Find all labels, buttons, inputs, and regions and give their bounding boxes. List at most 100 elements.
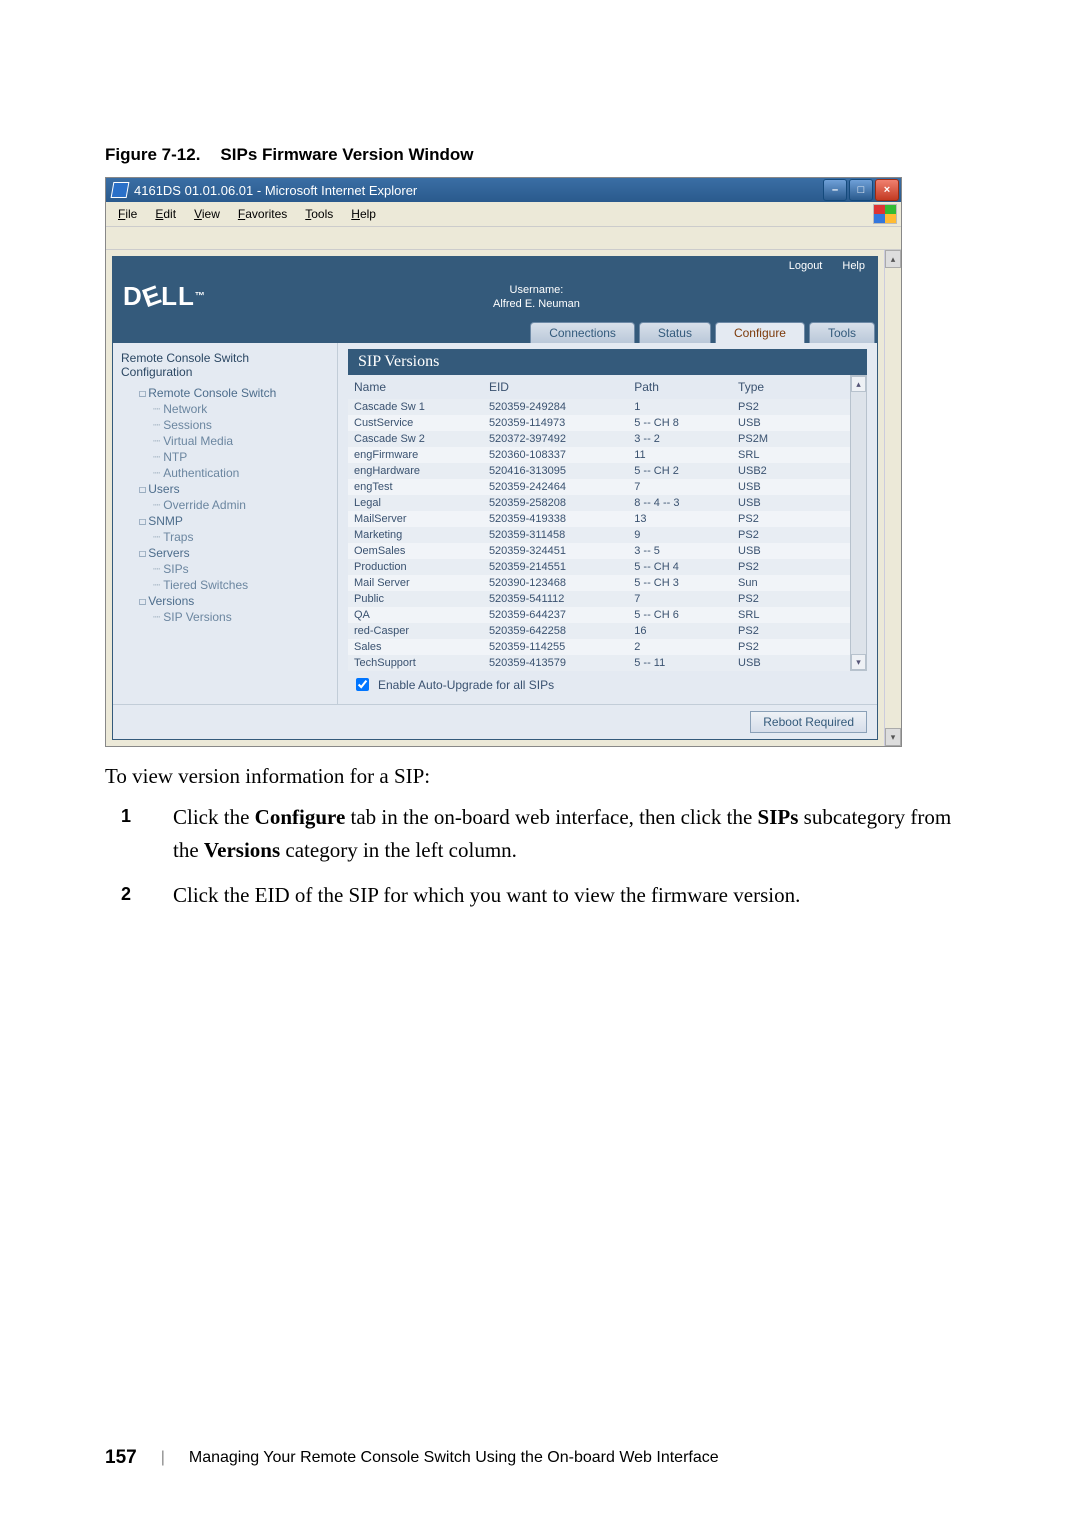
table-row[interactable]: TechSupport520359-4135795 -- 11USB: [348, 655, 867, 671]
tree-item[interactable]: Sessions: [143, 417, 331, 433]
auto-upgrade-label[interactable]: Enable Auto-Upgrade for all SIPs: [378, 678, 554, 692]
cell-path: 5 -- CH 3: [628, 575, 732, 591]
page-scroll-up-icon[interactable]: ▴: [885, 250, 901, 268]
tab-connections[interactable]: Connections: [530, 322, 635, 343]
table-row[interactable]: QA520359-6442375 -- CH 6SRL: [348, 607, 867, 623]
tree-item[interactable]: Virtual Media: [143, 433, 331, 449]
cell-eid[interactable]: 520360-108337: [483, 447, 628, 463]
cell-eid[interactable]: 520359-258208: [483, 495, 628, 511]
menu-item-view[interactable]: View: [186, 205, 228, 223]
step-item: 1Click the Configure tab in the on-board…: [163, 801, 975, 866]
tree-item[interactable]: NTP: [143, 449, 331, 465]
cell-eid[interactable]: 520359-214551: [483, 559, 628, 575]
cell-eid[interactable]: 520359-642258: [483, 623, 628, 639]
tab-configure[interactable]: Configure: [715, 322, 805, 343]
table-row[interactable]: MailServer520359-41933813PS2: [348, 511, 867, 527]
sip-table: NameEIDPathType Cascade Sw 1520359-24928…: [348, 375, 867, 671]
tree-item[interactable]: Authentication: [143, 465, 331, 481]
cell-eid[interactable]: 520372-397492: [483, 431, 628, 447]
menu-item-favorites[interactable]: Favorites: [230, 205, 295, 223]
table-row[interactable]: Cascade Sw 1520359-2492841PS2: [348, 399, 867, 415]
table-row[interactable]: OemSales520359-3244513 -- 5USB: [348, 543, 867, 559]
tree-expand-icon[interactable]: ☐: [139, 386, 146, 400]
window-close-button[interactable]: ×: [875, 179, 899, 201]
cell-type: Sun: [732, 575, 867, 591]
table-row[interactable]: Public520359-5411127PS2: [348, 591, 867, 607]
scroll-up-icon[interactable]: ▴: [851, 376, 866, 392]
toolbar-spacer: [106, 227, 901, 250]
auto-upgrade-checkbox[interactable]: [356, 678, 369, 691]
tree-item[interactable]: SIP Versions: [143, 609, 331, 625]
cell-path: 13: [628, 511, 732, 527]
column-header[interactable]: EID: [483, 375, 628, 399]
cell-eid[interactable]: 520390-123468: [483, 575, 628, 591]
tree-expand-icon[interactable]: ☐: [139, 482, 146, 496]
cell-type: PS2: [732, 527, 867, 543]
ie-icon: [111, 182, 130, 198]
cell-type: PS2: [732, 639, 867, 655]
page-scrollbar[interactable]: ▴ ▾: [884, 250, 901, 746]
column-header[interactable]: Path: [628, 375, 732, 399]
help-link[interactable]: Help: [834, 260, 873, 272]
cell-eid[interactable]: 520416-313095: [483, 463, 628, 479]
dell-logo: DELL™: [123, 281, 206, 312]
tree-expand-icon[interactable]: ☐: [139, 546, 146, 560]
cell-eid[interactable]: 520359-311458: [483, 527, 628, 543]
table-row[interactable]: Legal520359-2582088 -- 4 -- 3USB: [348, 495, 867, 511]
menu-item-tools[interactable]: Tools: [297, 205, 341, 223]
cell-eid[interactable]: 520359-413579: [483, 655, 628, 671]
cell-eid[interactable]: 520359-324451: [483, 543, 628, 559]
table-row[interactable]: red-Casper520359-64225816PS2: [348, 623, 867, 639]
tree-item[interactable]: ☐Servers: [129, 545, 331, 561]
menu-item-help[interactable]: Help: [343, 205, 384, 223]
column-header[interactable]: Name: [348, 375, 483, 399]
reboot-required-button[interactable]: Reboot Required: [750, 711, 867, 733]
cell-eid[interactable]: 520359-419338: [483, 511, 628, 527]
tree-item[interactable]: Network: [143, 401, 331, 417]
page-scroll-down-icon[interactable]: ▾: [885, 728, 901, 746]
tree-expand-icon[interactable]: ☐: [139, 514, 146, 528]
table-row[interactable]: Production520359-2145515 -- CH 4PS2: [348, 559, 867, 575]
tree-item-label: Network: [163, 402, 207, 416]
step-number: 1: [121, 803, 131, 831]
cell-name: engHardware: [348, 463, 483, 479]
tree-item[interactable]: ☐Versions: [129, 593, 331, 609]
table-row[interactable]: Cascade Sw 2520372-3974923 -- 2PS2M: [348, 431, 867, 447]
cell-eid[interactable]: 520359-114255: [483, 639, 628, 655]
tree-expand-icon[interactable]: ☐: [139, 594, 146, 608]
cell-path: 1: [628, 399, 732, 415]
cell-eid[interactable]: 520359-644237: [483, 607, 628, 623]
cell-eid[interactable]: 520359-541112: [483, 591, 628, 607]
cell-eid[interactable]: 520359-114973: [483, 415, 628, 431]
tree-item[interactable]: ☐Remote Console Switch: [129, 385, 331, 401]
logout-link[interactable]: Logout: [781, 260, 831, 272]
tab-tools[interactable]: Tools: [809, 322, 875, 343]
tree-item[interactable]: ☐SNMP: [129, 513, 331, 529]
tree-item[interactable]: ☐Users: [129, 481, 331, 497]
window-maximize-button[interactable]: □: [849, 179, 873, 201]
cell-name: engFirmware: [348, 447, 483, 463]
cell-type: PS2: [732, 591, 867, 607]
tree-item[interactable]: Traps: [143, 529, 331, 545]
tree-item[interactable]: Override Admin: [143, 497, 331, 513]
menu-item-edit[interactable]: Edit: [147, 205, 184, 223]
tab-status[interactable]: Status: [639, 322, 711, 343]
table-row[interactable]: CustService520359-1149735 -- CH 8USB: [348, 415, 867, 431]
menu-item-file[interactable]: File: [110, 205, 145, 223]
cell-type: SRL: [732, 447, 867, 463]
window-minimize-button[interactable]: –: [823, 179, 847, 201]
tree-item[interactable]: Tiered Switches: [143, 577, 331, 593]
scroll-down-icon[interactable]: ▾: [851, 654, 866, 670]
column-header[interactable]: Type: [732, 375, 867, 399]
table-row[interactable]: Marketing520359-3114589PS2: [348, 527, 867, 543]
cell-eid[interactable]: 520359-242464: [483, 479, 628, 495]
table-row[interactable]: Sales520359-1142552PS2: [348, 639, 867, 655]
tree-item[interactable]: SIPs: [143, 561, 331, 577]
table-scrollbar[interactable]: ▴ ▾: [850, 375, 867, 671]
table-row[interactable]: Mail Server520390-1234685 -- CH 3Sun: [348, 575, 867, 591]
cell-eid[interactable]: 520359-249284: [483, 399, 628, 415]
table-row[interactable]: engHardware520416-3130955 -- CH 2USB2: [348, 463, 867, 479]
cell-path: 5 -- CH 8: [628, 415, 732, 431]
table-row[interactable]: engFirmware520360-10833711SRL: [348, 447, 867, 463]
table-row[interactable]: engTest520359-2424647USB: [348, 479, 867, 495]
